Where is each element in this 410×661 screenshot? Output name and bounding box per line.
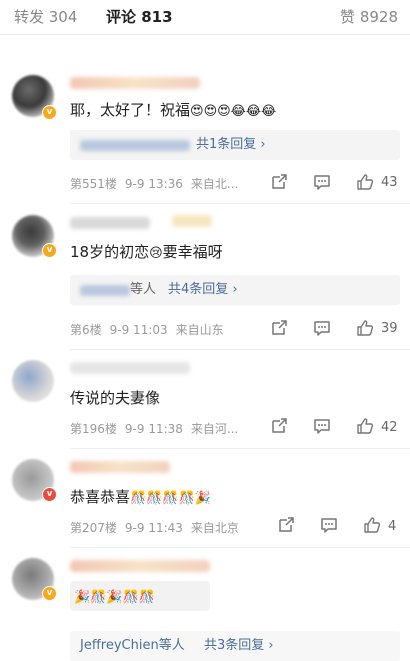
divider — [70, 203, 410, 204]
comment-icon[interactable] — [313, 173, 331, 191]
username[interactable] — [70, 217, 150, 229]
tab-likes[interactable]: 赞 8928 — [340, 0, 398, 34]
reply-usernames-blurred — [80, 140, 190, 151]
comment-body: 耶，太好了！祝福 — [70, 101, 191, 119]
comment-text: 传说的夫妻像 — [70, 387, 160, 408]
comment-body: 恭喜恭喜 — [70, 488, 131, 506]
thumbs-up-icon[interactable] — [356, 173, 374, 191]
reply-summary[interactable]: 等人 共4条回复 › — [70, 275, 400, 305]
comment-icon[interactable] — [313, 319, 331, 337]
comment-meta: 第551楼 9-9 13:36 来自北... — [70, 175, 246, 192]
timestamp: 9-9 11:43 — [124, 521, 183, 535]
reply-usernames[interactable]: 等人 — [130, 275, 156, 305]
tab-comments[interactable]: 评论 813 — [106, 0, 173, 34]
user-badge — [172, 215, 212, 227]
like-count: 39 — [381, 321, 398, 336]
timestamp: 9-9 11:38 — [124, 422, 183, 436]
username[interactable] — [70, 362, 190, 374]
location: 来自河... — [190, 422, 239, 436]
reply-usernames-blurred — [80, 285, 130, 296]
comment-meta: 第6楼 9-9 11:03 来自山东 — [70, 321, 232, 338]
reply-count-link[interactable]: 共4条回复 › — [168, 275, 238, 305]
emoji-sequence: 🎊🎊🎊🎊🎉 — [130, 491, 211, 506]
comment-body: 18岁的初恋 — [70, 243, 150, 261]
comment-tabs: 转发 304 评论 813 赞 8928 — [0, 0, 410, 35]
share-icon[interactable] — [270, 319, 288, 337]
divider — [70, 547, 410, 548]
reply-summary[interactable]: JeffreyChien等人 共3条回复 › — [70, 631, 400, 661]
thumbs-up-icon[interactable] — [363, 516, 381, 534]
floor-number: 第207楼 — [70, 521, 117, 535]
like-count: 43 — [381, 175, 398, 190]
floor-number: 第551楼 — [70, 177, 117, 191]
floor-number: 第196楼 — [70, 422, 117, 436]
floor-number: 第6楼 — [70, 323, 102, 337]
divider — [70, 349, 410, 350]
verified-badge-icon: v — [42, 586, 57, 601]
share-icon[interactable] — [270, 417, 288, 435]
divider — [70, 448, 410, 449]
tab-repost[interactable]: 转发 304 — [14, 0, 77, 34]
comment-text: 🎉🎊🎉🎊🎊 — [74, 587, 155, 605]
location: 来自北京 — [190, 521, 239, 535]
thumbs-up-icon[interactable] — [356, 319, 374, 337]
avatar[interactable] — [12, 360, 54, 402]
like-count: 42 — [381, 420, 398, 435]
username[interactable] — [70, 461, 170, 473]
comment-meta: 第196楼 9-9 11:38 来自河... — [70, 420, 246, 437]
emoji-sequence: 😍😍😍😂😂😂 — [190, 104, 277, 119]
thumbs-up-icon[interactable] — [356, 417, 374, 435]
comment-icon[interactable] — [313, 417, 331, 435]
comment-body-tail: 要幸福呀 — [162, 243, 223, 261]
reply-count-link[interactable]: 共3条回复 › — [204, 631, 274, 661]
location: 来自北... — [190, 177, 239, 191]
comment-text: 18岁的初恋😢要幸福呀 — [70, 241, 223, 262]
comment-text: 恭喜恭喜🎊🎊🎊🎊🎉 — [70, 486, 211, 507]
timestamp: 9-9 11:03 — [109, 323, 168, 337]
comment-text: 耶，太好了！祝福😍😍😍😂😂😂 — [70, 99, 276, 120]
location: 来自山东 — [175, 323, 224, 337]
comment-icon[interactable] — [320, 516, 338, 534]
verified-badge-icon: v — [42, 243, 57, 258]
verified-badge-icon: v — [42, 105, 57, 120]
reply-summary[interactable]: 共1条回复 › — [70, 130, 400, 160]
reply-usernames[interactable]: JeffreyChien等人 — [80, 631, 185, 661]
timestamp: 9-9 13:36 — [124, 177, 183, 191]
share-icon[interactable] — [277, 516, 295, 534]
comment-meta: 第207楼 9-9 11:43 来自北京 — [70, 519, 247, 536]
crying-emoji-icon: 😢 — [149, 246, 163, 261]
username[interactable] — [70, 560, 210, 572]
comment-body: 传说的夫妻像 — [70, 389, 161, 407]
username[interactable] — [70, 77, 200, 89]
share-icon[interactable] — [270, 173, 288, 191]
like-count: 4 — [388, 519, 397, 534]
verified-badge-icon: v — [42, 487, 57, 502]
reply-count-link[interactable]: 共1条回复 › — [196, 130, 266, 160]
emoji-sequence: 🎉🎊🎉🎊🎊 — [74, 590, 155, 605]
